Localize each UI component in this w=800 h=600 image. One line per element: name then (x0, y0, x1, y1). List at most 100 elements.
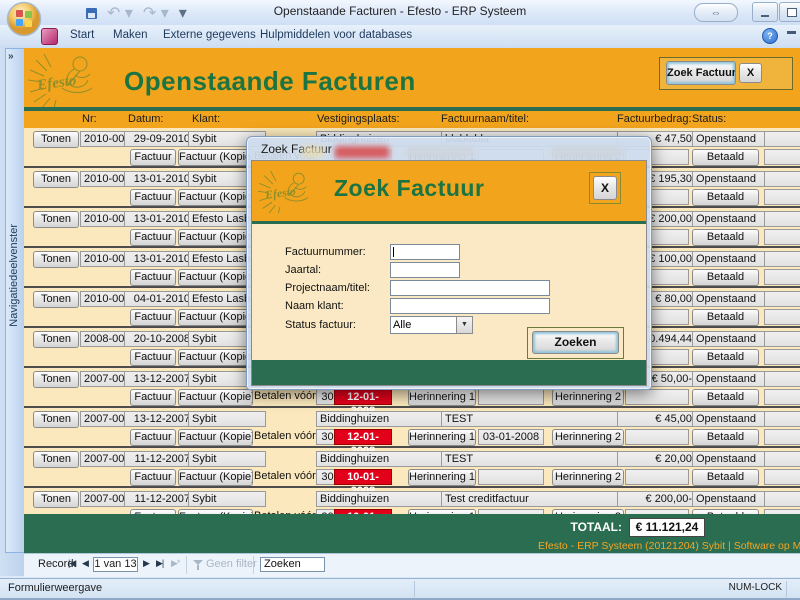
first-record-button[interactable]: |◀ (68, 558, 75, 569)
previous-record-button[interactable]: ◀ (82, 558, 88, 569)
record-search-input[interactable]: Zoeken (260, 557, 325, 572)
factuur-button[interactable]: Factuur (130, 189, 176, 206)
filter-toggle[interactable]: Geen filter (206, 558, 257, 570)
factuur-button[interactable]: Factuur (130, 149, 176, 166)
nav-pane-expand-icon[interactable]: » (8, 51, 14, 62)
factuur-kopie-button[interactable]: Factuur (Kopie) (178, 429, 253, 446)
col-datum: Datum: (128, 113, 163, 125)
dialog-header-divider (252, 221, 646, 224)
betaald-button[interactable]: Betaald (692, 469, 759, 486)
tab-start[interactable]: Start (70, 29, 94, 41)
herinnering1-button[interactable]: Herinnering 1 (408, 389, 476, 406)
minimize-button[interactable] (752, 2, 778, 22)
tab-maken[interactable]: Maken (113, 29, 148, 41)
col-factuurbedrag: Factuurbedrag: (617, 113, 692, 125)
tonen-button[interactable]: Tonen (33, 411, 79, 428)
tonen-button[interactable]: Tonen (33, 491, 79, 508)
view-mode-label: Formulierweergave (8, 582, 102, 594)
tonen-button[interactable]: Tonen (33, 331, 79, 348)
due-date-field: 12-01-2008 (334, 429, 392, 445)
tonen-button[interactable]: Tonen (33, 371, 79, 388)
herinnering1-button[interactable]: Herinnering 1 (408, 469, 476, 486)
betalen-voor-label: Betalen vóór: (254, 390, 313, 402)
extra-field (764, 451, 800, 467)
factuur-button[interactable]: Factuur (130, 349, 176, 366)
factuur-kopie-button[interactable]: Factuur (Kopie) (178, 389, 253, 406)
herinnering1-date-field[interactable] (478, 389, 544, 405)
betaald-button[interactable]: Betaald (692, 189, 759, 206)
factuur-button[interactable]: Factuur (130, 469, 176, 486)
zoeken-button[interactable]: Zoeken (532, 331, 619, 354)
help-icon[interactable]: ? (762, 28, 778, 44)
zoeken-button-group: Zoeken (527, 327, 624, 359)
factuur-kopie-button[interactable]: Factuur (Kopie) (178, 269, 253, 286)
herinnering2-button[interactable]: Herinnering 2 (552, 389, 624, 406)
navigation-pane-shutter[interactable]: Navigatiedeelvenster (5, 48, 25, 553)
tab-hulpmiddelen[interactable]: Hulpmiddelen voor databases (260, 29, 412, 41)
betaald-button[interactable]: Betaald (692, 229, 759, 246)
next-record-button[interactable]: ▶ (143, 558, 149, 569)
factuur-kopie-button[interactable]: Factuur (Kopie) (178, 189, 253, 206)
factuur-button[interactable]: Factuur (130, 229, 176, 246)
betaald-button[interactable]: Betaald (692, 309, 759, 326)
herinnering1-date-field[interactable]: 03-01-2008 (478, 429, 544, 445)
herinnering2-date-field[interactable] (625, 389, 689, 405)
herinnering2-button[interactable]: Herinnering 2 (552, 469, 624, 486)
invoice-title-field: TEST (441, 451, 623, 467)
tonen-button[interactable]: Tonen (33, 171, 79, 188)
dialog-close-button[interactable]: X (593, 176, 617, 200)
factuur-kopie-button[interactable]: Factuur (Kopie) (178, 309, 253, 326)
projectnaam-input[interactable] (390, 280, 550, 296)
factuur-button[interactable]: Factuur (130, 309, 176, 326)
navigation-pane-label: Navigatiedeelvenster (8, 224, 20, 327)
invoice-date-field: 13-12-2007 (124, 411, 194, 427)
factuur-button[interactable]: Factuur (130, 269, 176, 286)
betaald-button[interactable]: Betaald (692, 429, 759, 446)
naam-klant-input[interactable] (390, 298, 550, 314)
resize-window-button[interactable]: ⇔ (694, 3, 738, 22)
glass-blur-artifact (302, 146, 324, 158)
chevron-down-icon[interactable]: ▼ (456, 316, 473, 334)
status-factuur-select[interactable]: Alle (390, 316, 460, 334)
extra-field (764, 349, 800, 365)
office-button[interactable] (6, 1, 42, 37)
factuur-button[interactable]: Factuur (130, 429, 176, 446)
herinnering1-button[interactable]: Herinnering 1 (408, 429, 476, 446)
factuur-kopie-button[interactable]: Factuur (Kopie) (178, 229, 253, 246)
tonen-button[interactable]: Tonen (33, 211, 79, 228)
col-vestigingsplaats: Vestigingsplaats: (317, 113, 400, 125)
maximize-button[interactable] (779, 2, 800, 22)
herinnering1-date-field[interactable] (478, 469, 544, 485)
betaald-button[interactable]: Betaald (692, 269, 759, 286)
tonen-button[interactable]: Tonen (33, 291, 79, 308)
herinnering2-date-field[interactable] (625, 429, 689, 445)
tonen-button[interactable]: Tonen (33, 451, 79, 468)
herinnering2-button[interactable]: Herinnering 2 (552, 429, 624, 446)
tonen-button[interactable]: Tonen (33, 251, 79, 268)
status-field: Openstaand (692, 451, 765, 467)
betaald-button[interactable]: Betaald (692, 149, 759, 166)
herinnering2-date-field[interactable] (625, 469, 689, 485)
form-close-button[interactable]: X (739, 63, 762, 83)
record-position-input[interactable]: 1 van 13 (93, 557, 138, 572)
jaartal-input[interactable] (390, 262, 460, 278)
ribbon-minimize-icon[interactable] (787, 31, 796, 34)
tonen-button[interactable]: Tonen (33, 131, 79, 148)
factuur-kopie-button[interactable]: Factuur (Kopie) (178, 349, 253, 366)
factuur-kopie-button[interactable]: Factuur (Kopie) (178, 149, 253, 166)
betaald-button[interactable]: Betaald (692, 389, 759, 406)
factuurnummer-input[interactable] (390, 244, 460, 260)
factuur-button[interactable]: Factuur (130, 389, 176, 406)
tab-externe-gegevens[interactable]: Externe gegevens (163, 29, 256, 41)
last-record-button[interactable]: ▶| (156, 558, 163, 569)
zoek-factuur-button[interactable]: Zoek Factuur (666, 61, 736, 85)
factuurnummer-label: Factuurnummer: (285, 246, 366, 258)
extra-field (764, 251, 800, 267)
access-app-icon[interactable] (41, 28, 58, 45)
extra-field (764, 291, 800, 307)
betaald-button[interactable]: Betaald (692, 349, 759, 366)
new-record-button[interactable]: ▶* (171, 558, 179, 569)
status-field: Openstaand (692, 171, 765, 187)
status-field: Openstaand (692, 491, 765, 507)
factuur-kopie-button[interactable]: Factuur (Kopie) (178, 469, 253, 486)
